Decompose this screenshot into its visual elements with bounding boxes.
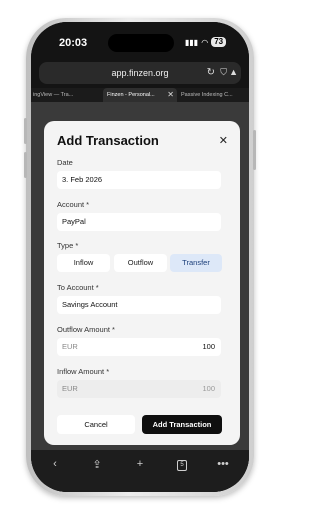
reload-icon[interactable]: ↻ <box>207 67 215 78</box>
outflow-currency: EUR <box>62 342 78 351</box>
outflow-amount-label: Outflow Amount * <box>57 325 115 334</box>
address-bar[interactable]: app.finzen.org ↻ ⛉ ▲ <box>39 62 241 84</box>
back-icon[interactable]: ‹ <box>45 458 65 470</box>
tabs-button[interactable]: 5 <box>172 458 192 471</box>
outflow-amount-input[interactable]: EUR 100 <box>57 338 221 356</box>
inflow-amount-label: Inflow Amount * <box>57 367 110 376</box>
volume-up-button <box>24 118 27 144</box>
tab-finzen[interactable]: Finzen - Personal... ✕ <box>103 88 177 102</box>
date-field[interactable]: 3. Feb 2026 <box>57 171 221 189</box>
date-label: Date <box>57 158 73 167</box>
rewards-triangle-icon[interactable]: ▲ <box>229 67 238 77</box>
power-button <box>253 130 256 170</box>
phone-screen: 20:03 ▮▮▮ ◠ 73 app.finzen.org ↻ ⛉ ▲ ingV… <box>31 22 249 492</box>
to-account-select[interactable]: Savings Account <box>57 296 221 314</box>
brave-shield-icon[interactable]: ⛉ <box>220 67 227 78</box>
type-outflow-button[interactable]: Outflow <box>114 254 167 272</box>
outflow-amount-value: 100 <box>202 342 215 351</box>
account-label: Account * <box>57 200 90 209</box>
tab-strip: ingView — Tra... Finzen - Personal... ✕ … <box>31 88 249 102</box>
close-icon[interactable]: ✕ <box>219 134 228 147</box>
battery-icon: 73 <box>211 37 227 47</box>
add-transaction-dialog: Add Transaction ✕ Date 3. Feb 2026 Accou… <box>44 121 240 445</box>
account-select[interactable]: PayPal <box>57 213 221 231</box>
tab-close-icon[interactable]: ✕ <box>167 88 174 102</box>
inflow-amount-value: 100 <box>202 384 215 393</box>
type-label: Type * <box>57 241 79 250</box>
browser-toolbar: ‹ ⇪ + 5 ••• <box>31 450 249 492</box>
menu-icon[interactable]: ••• <box>213 458 233 470</box>
signal-icon: ▮▮▮ <box>185 37 199 47</box>
tab-passive-indexing[interactable]: Passive Indexing C... <box>181 88 247 102</box>
tab-tradingview[interactable]: ingView — Tra... <box>33 88 101 102</box>
type-transfer-button[interactable]: Transfer <box>170 254 222 272</box>
tab-finzen-label: Finzen - Personal... <box>107 92 155 98</box>
add-transaction-button[interactable]: Add Transaction <box>142 415 222 434</box>
inflow-currency: EUR <box>62 384 78 393</box>
dialog-title: Add Transaction <box>57 133 159 148</box>
wifi-icon: ◠ <box>201 37 209 47</box>
dynamic-island <box>108 34 174 52</box>
status-icons: ▮▮▮ ◠ 73 <box>185 37 227 47</box>
to-account-label: To Account * <box>57 283 99 292</box>
inflow-amount-input: EUR 100 <box>57 380 221 398</box>
new-tab-icon[interactable]: + <box>130 458 150 470</box>
type-inflow-button[interactable]: Inflow <box>57 254 110 272</box>
tab-count-badge: 5 <box>177 460 187 471</box>
cancel-button[interactable]: Cancel <box>57 415 135 434</box>
share-icon[interactable]: ⇪ <box>87 458 107 471</box>
status-time: 20:03 <box>59 37 88 49</box>
volume-down-button <box>24 152 27 178</box>
